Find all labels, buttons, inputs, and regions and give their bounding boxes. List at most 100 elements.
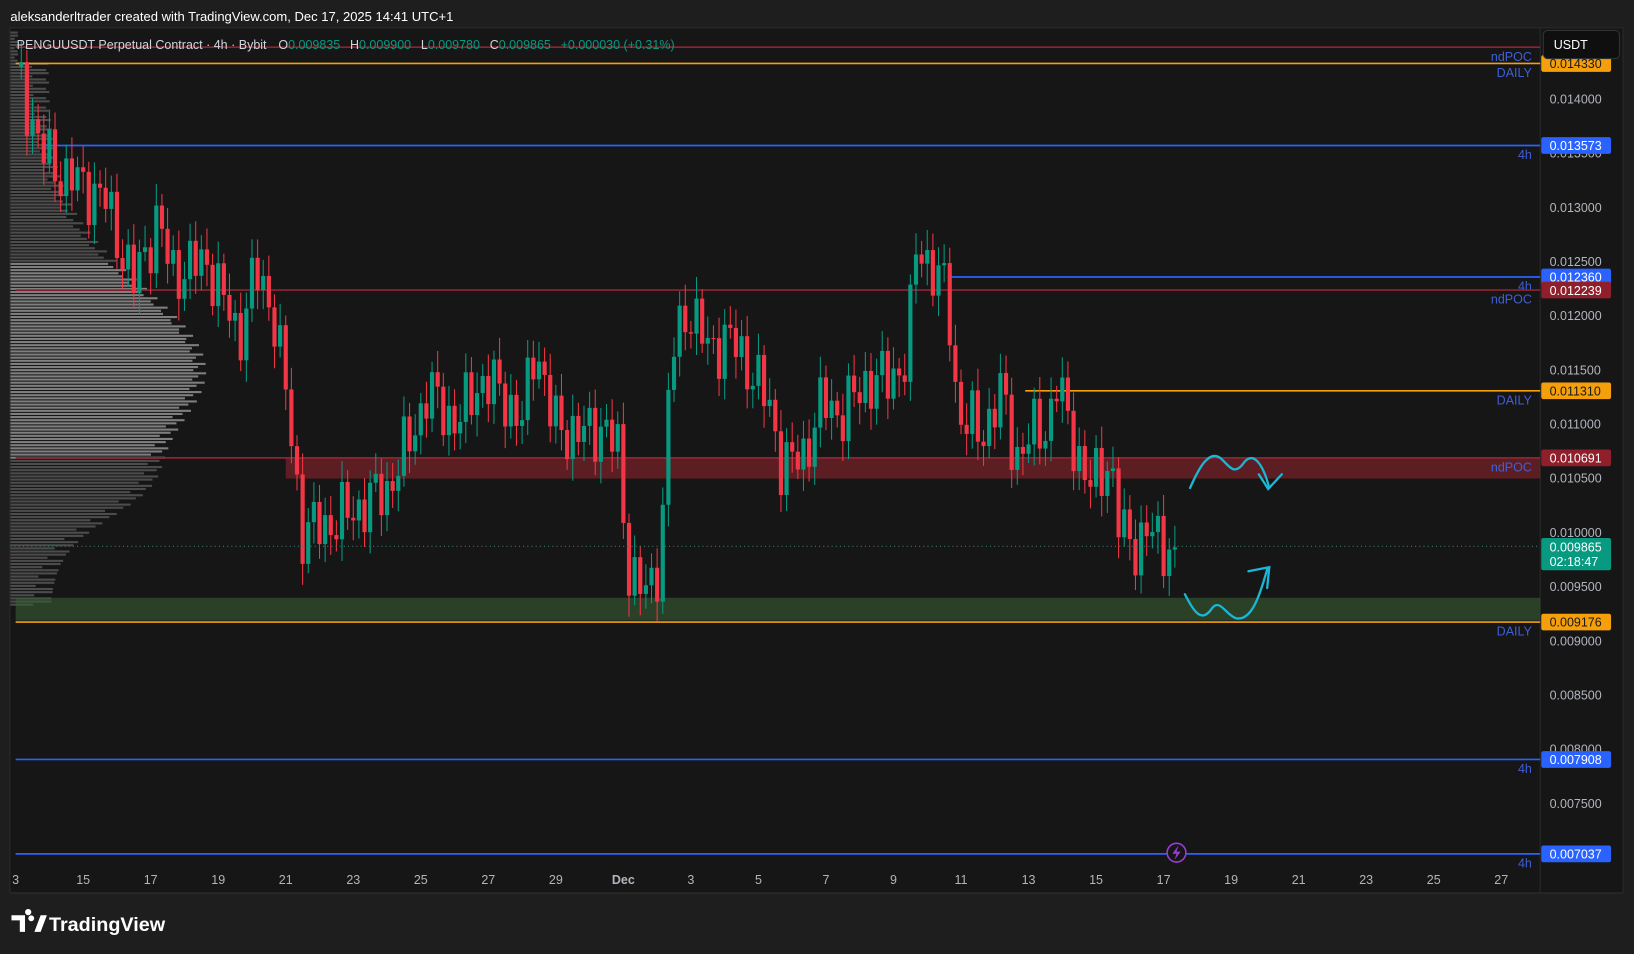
candle-body — [244, 308, 249, 361]
candle-body — [829, 400, 834, 419]
candle-body — [1088, 480, 1093, 487]
volume-profile-bar — [10, 450, 163, 453]
candle-body — [846, 375, 851, 442]
volume-profile-bar — [10, 497, 136, 500]
volume-profile-bar — [10, 297, 158, 300]
candle-body — [413, 435, 418, 452]
volume-profile-bar — [10, 306, 168, 309]
candle-body — [362, 499, 367, 533]
volume-profile-bar — [10, 84, 33, 87]
volume-profile-bar — [10, 406, 180, 409]
candle-body — [114, 191, 120, 258]
candle-body — [1048, 398, 1054, 441]
candle-body — [176, 249, 181, 299]
candle-body — [323, 515, 328, 545]
volume-profile-bar — [10, 259, 117, 262]
open-label: O — [278, 38, 288, 52]
candle-body — [1155, 515, 1161, 533]
alert-lightning-icon[interactable] — [1166, 842, 1187, 863]
volume-profile-bar — [10, 556, 48, 559]
candle-body — [874, 375, 879, 409]
candle-body — [75, 167, 80, 191]
candle-body — [238, 312, 243, 361]
volume-profile-bar — [10, 184, 64, 187]
price-axis-tick: 0.012000 — [1550, 309, 1602, 323]
candle-body — [199, 249, 204, 276]
volume-profile-bar — [10, 569, 59, 572]
candle-body — [1150, 532, 1155, 537]
volume-profile-bar — [10, 100, 50, 103]
candle-body — [508, 394, 513, 427]
volume-profile-bar — [10, 344, 199, 347]
candle-body — [671, 356, 677, 390]
candle-body — [666, 389, 671, 505]
volume-profile-bar — [10, 328, 180, 331]
volume-profile-bar — [10, 72, 49, 75]
price-axis-tick: 0.014000 — [1550, 92, 1602, 106]
candle-body — [576, 415, 581, 442]
candle-body — [356, 499, 361, 521]
candle-body — [159, 205, 165, 229]
currency-button[interactable]: USDT — [1542, 29, 1620, 60]
candle-body — [41, 133, 46, 164]
candle-body — [193, 240, 198, 276]
candle-body — [210, 264, 215, 307]
candle-body — [795, 451, 800, 470]
candle-body — [964, 424, 969, 434]
volume-profile-bar — [10, 94, 34, 97]
currency-label: USDT — [1554, 38, 1588, 52]
candle-body — [1144, 522, 1149, 537]
ndpoc-zone — [285, 457, 1541, 479]
volume-profile-bar — [10, 331, 180, 334]
candle-body — [491, 359, 497, 405]
candle-body — [221, 263, 226, 295]
volume-profile-bar — [10, 47, 15, 50]
candle-body — [756, 354, 761, 386]
volume-profile-bar — [10, 375, 199, 378]
candle-body — [401, 416, 406, 476]
volume-profile-bar — [10, 550, 70, 553]
price-axis-tick: 0.013000 — [1550, 201, 1602, 215]
volume-profile-bar — [10, 165, 58, 169]
candle-body — [700, 298, 705, 344]
candle-body — [131, 244, 136, 294]
candle-body — [396, 475, 401, 491]
candle-body — [852, 375, 857, 393]
high-label: H — [350, 38, 359, 52]
candle-body — [536, 361, 542, 380]
candle-body — [818, 377, 823, 428]
time-axis-tick: 25 — [1427, 873, 1441, 887]
volume-profile-bar — [10, 437, 173, 441]
candle-body — [891, 368, 896, 399]
demand-zone — [15, 597, 1541, 621]
candle-body — [919, 254, 924, 264]
symbol-title[interactable]: PENGUUSDT Perpetual Contract · 4h · Bybi… — [17, 38, 267, 52]
candle-body — [328, 515, 333, 536]
volume-profile-bar — [10, 544, 74, 547]
volume-profile-bar — [10, 487, 146, 491]
volume-profile-bar — [10, 56, 15, 59]
volume-profile-bar — [10, 219, 74, 222]
time-axis-tick: 19 — [211, 873, 225, 887]
volume-profile-bar — [10, 209, 68, 212]
volume-profile-bar — [10, 309, 162, 312]
level-label: 4h — [1518, 280, 1532, 294]
candle-body — [812, 427, 817, 467]
candle-body — [368, 482, 373, 533]
candle-body — [300, 474, 305, 564]
candle-body — [992, 408, 997, 428]
volume-profile-bar — [10, 491, 131, 494]
volume-profile-bar — [10, 275, 124, 278]
volume-profile-bar — [10, 225, 74, 228]
volume-profile-bar — [10, 228, 80, 231]
chart-canvas[interactable]: aleksanderltrader created with TradingVi… — [0, 0, 1634, 954]
time-axis-tick: 11 — [955, 873, 968, 887]
candle-body — [880, 350, 885, 376]
candle-body — [311, 501, 316, 523]
volume-profile-bar — [10, 553, 66, 556]
volume-profile-bar — [10, 581, 55, 584]
candle-body — [469, 372, 474, 416]
time-axis-tick: 17 — [144, 873, 158, 887]
volume-profile-bar — [10, 262, 109, 265]
candle-body — [81, 167, 86, 172]
